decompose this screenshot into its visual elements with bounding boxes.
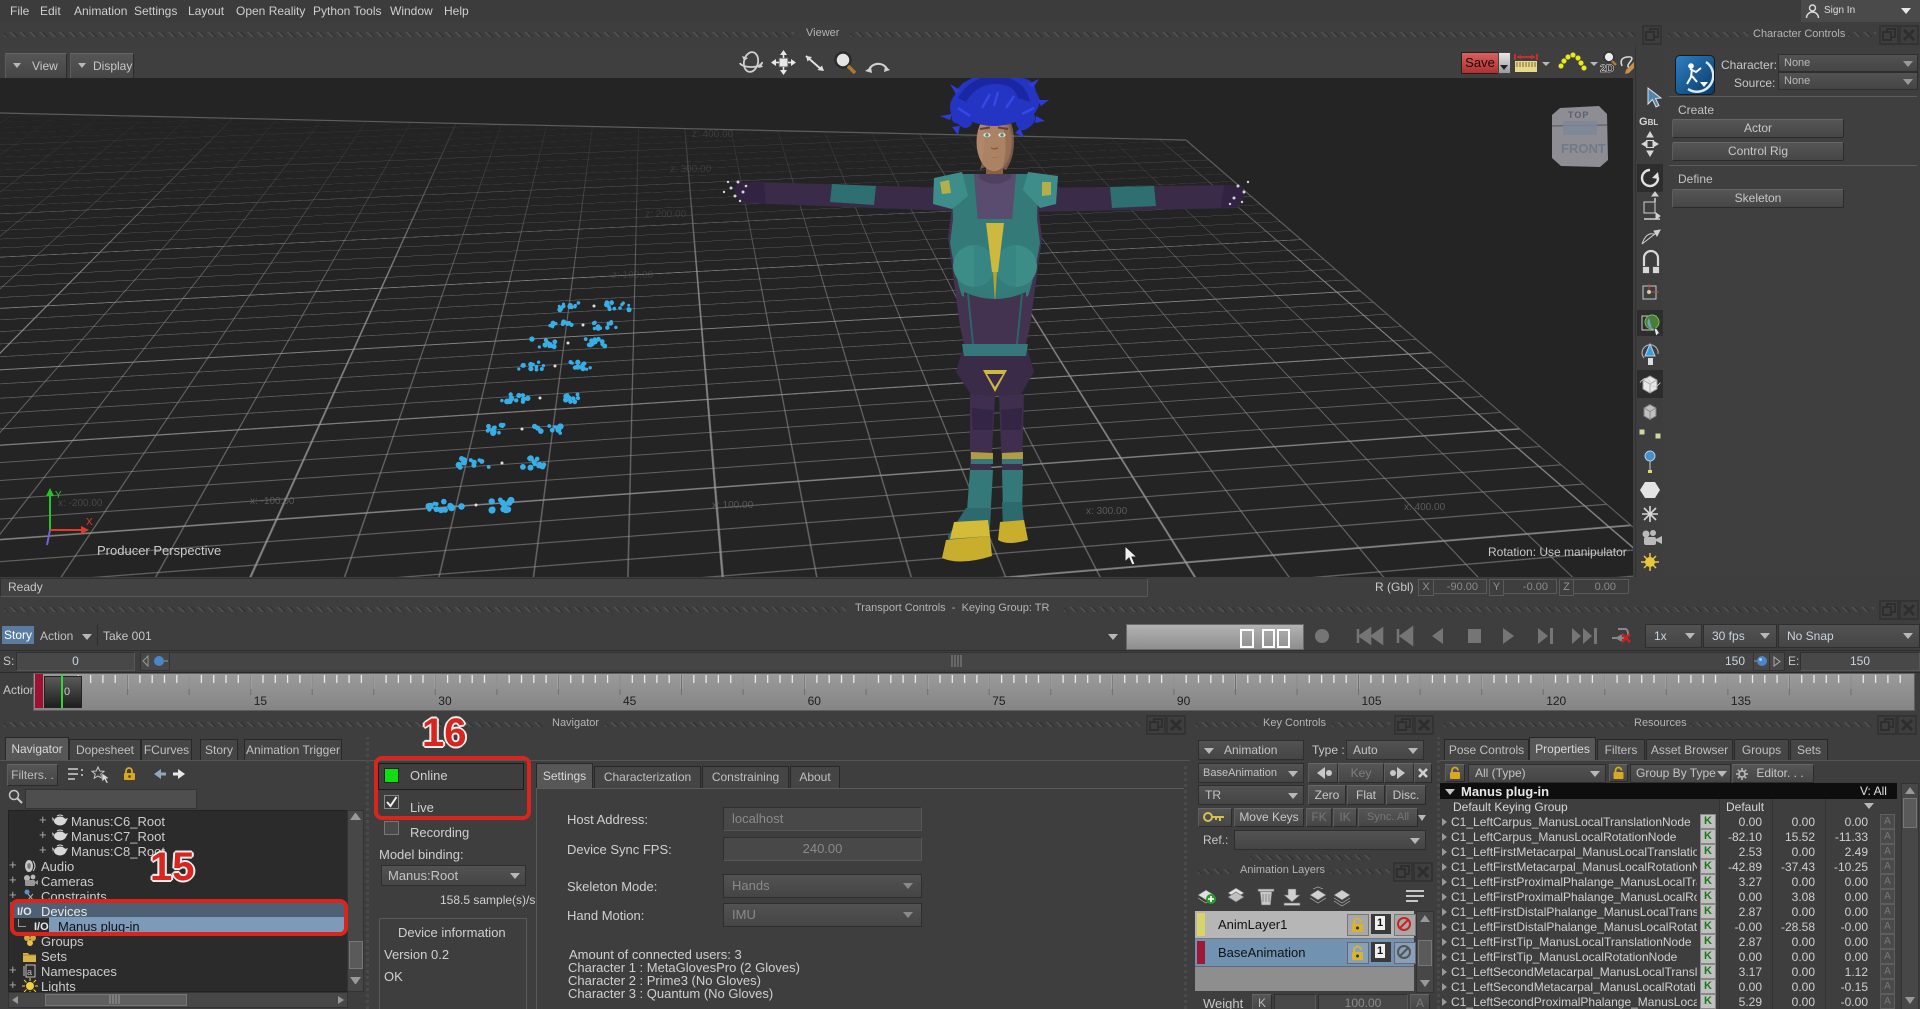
svg-text:z: 100.00: z: 100.00 [612,270,654,281]
svg-text:a: a [27,967,32,977]
svg-text:x: 400.00: x: 400.00 [1404,502,1446,513]
svg-text:120: 120 [1546,694,1566,708]
svg-text:Producer Perspective: Producer Perspective [97,543,221,558]
svg-text:30: 30 [438,694,452,708]
svg-text:X: X [86,517,93,528]
svg-text:Rotation: Use manipulator: Rotation: Use manipulator [1488,545,1627,559]
svg-text:75: 75 [992,694,1006,708]
svg-text:45: 45 [623,694,637,708]
svg-text:TOP: TOP [1568,110,1589,120]
svg-text:FRONT: FRONT [1561,141,1606,156]
svg-text:x: -100.00: x: -100.00 [250,496,295,507]
svg-text:x: -200.00: x: -200.00 [58,498,103,509]
svg-text:z: 200.00: z: 200.00 [645,209,687,220]
svg-text:60: 60 [808,694,822,708]
svg-text:90: 90 [1177,694,1191,708]
svg-text:GBL: GBL [1639,116,1658,128]
svg-text:15: 15 [254,694,268,708]
svg-text:2D: 2D [1600,63,1614,75]
svg-text:135: 135 [1731,694,1751,708]
svg-text:105: 105 [1362,694,1382,708]
